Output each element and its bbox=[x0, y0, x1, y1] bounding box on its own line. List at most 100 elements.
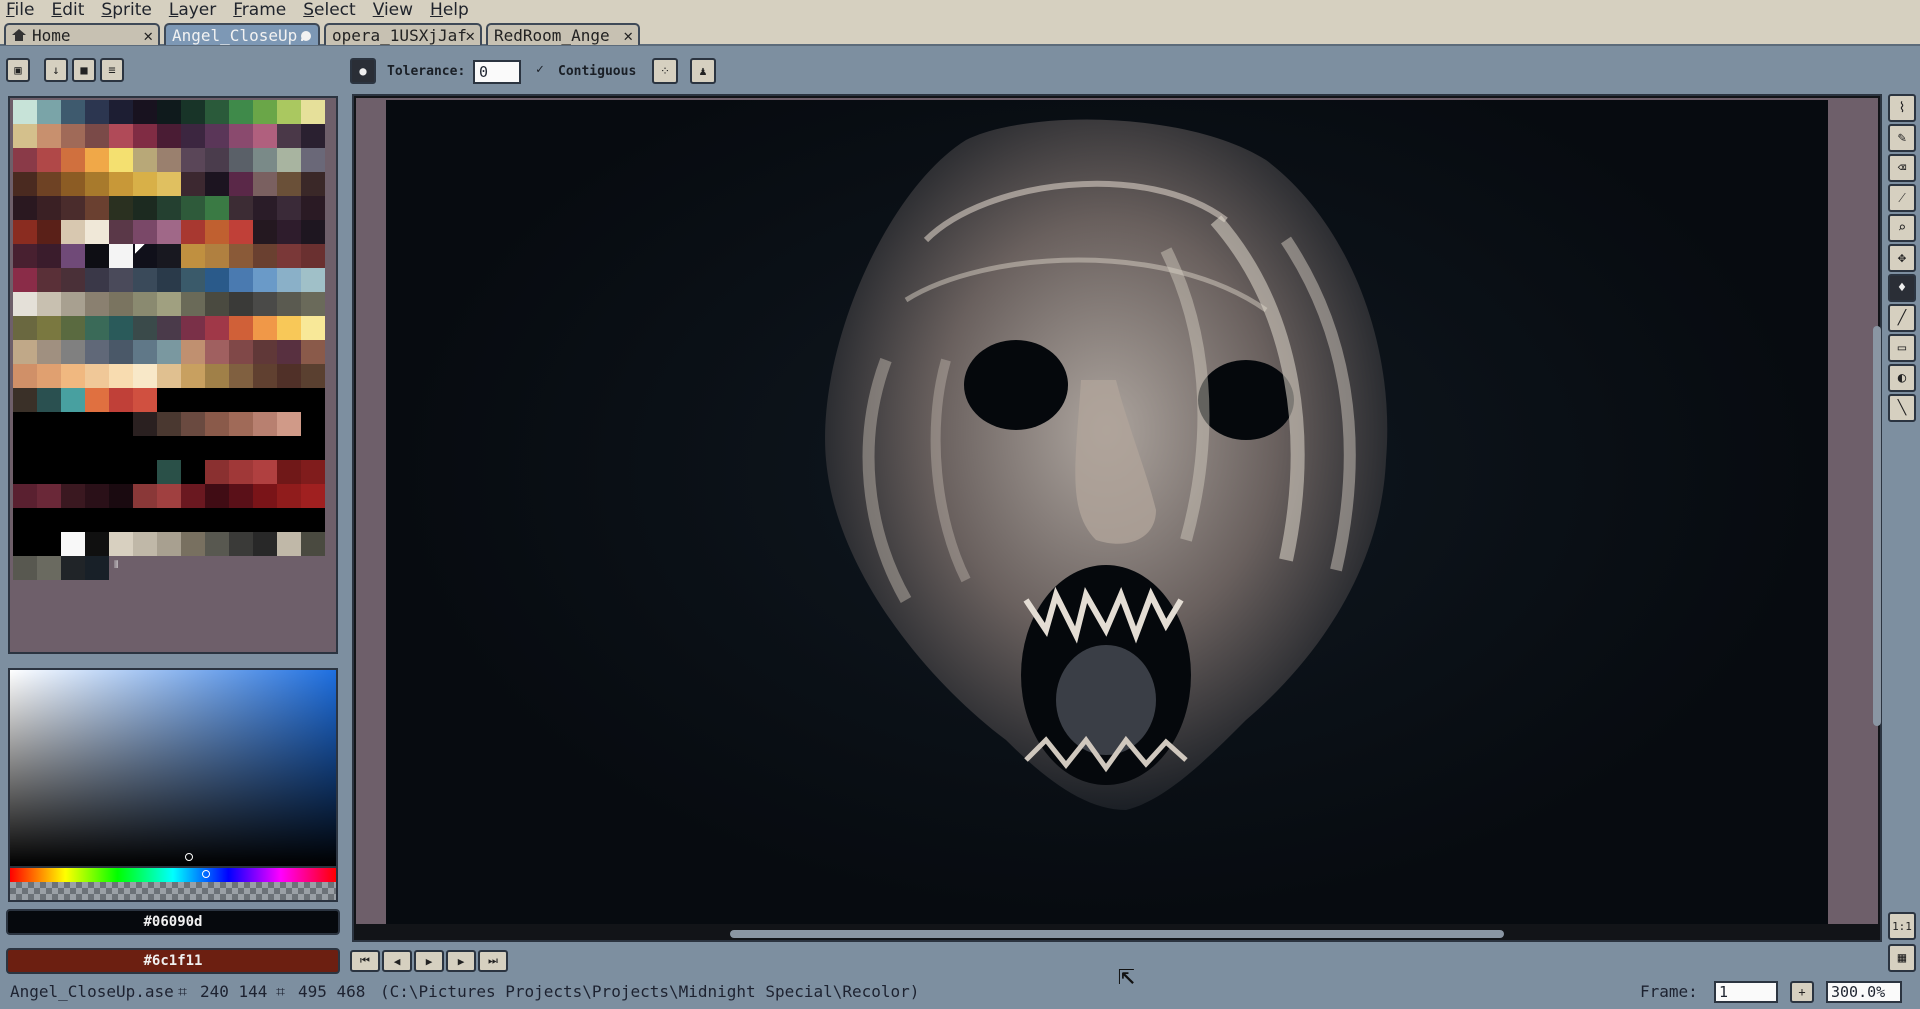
palette-swatch[interactable] bbox=[205, 172, 229, 196]
palette-swatch[interactable] bbox=[277, 100, 301, 124]
palette-swatch[interactable] bbox=[85, 340, 109, 364]
palette-swatch[interactable] bbox=[157, 148, 181, 172]
palette-swatch[interactable] bbox=[205, 340, 229, 364]
palette-swatch[interactable] bbox=[181, 412, 205, 436]
canvas-editor[interactable] bbox=[352, 94, 1882, 942]
palette-swatch[interactable] bbox=[301, 532, 325, 556]
menu-view[interactable]: View bbox=[373, 0, 413, 20]
palette-swatch[interactable] bbox=[181, 460, 205, 484]
palette-swatch[interactable] bbox=[205, 532, 229, 556]
palette-swatch[interactable] bbox=[301, 268, 325, 292]
palette-swatch[interactable] bbox=[253, 196, 277, 220]
palette-swatch[interactable] bbox=[61, 220, 85, 244]
palette-swatch[interactable] bbox=[157, 244, 181, 268]
contiguous-label[interactable]: Contiguous bbox=[558, 64, 636, 79]
palette-swatch[interactable] bbox=[37, 316, 61, 340]
palette-swatch[interactable] bbox=[37, 148, 61, 172]
palette-swatch[interactable] bbox=[61, 556, 85, 580]
palette-swatch[interactable] bbox=[109, 316, 133, 340]
palette-swatch[interactable] bbox=[253, 340, 277, 364]
palette-swatch[interactable] bbox=[205, 484, 229, 508]
palette-swatch[interactable] bbox=[253, 532, 277, 556]
palette-swatch[interactable] bbox=[37, 268, 61, 292]
palette-swatch[interactable] bbox=[157, 364, 181, 388]
palette-swatch[interactable] bbox=[109, 196, 133, 220]
palette-swatch[interactable] bbox=[37, 172, 61, 196]
palette-swatch[interactable] bbox=[229, 412, 253, 436]
palette-swatch[interactable] bbox=[85, 268, 109, 292]
palette-swatch[interactable] bbox=[85, 532, 109, 556]
palette-swatch[interactable] bbox=[181, 316, 205, 340]
palette-swatch[interactable] bbox=[85, 364, 109, 388]
palette-swatch[interactable] bbox=[109, 244, 133, 268]
palette-swatch[interactable] bbox=[205, 196, 229, 220]
palette-swatch[interactable] bbox=[157, 268, 181, 292]
palette-swatch[interactable] bbox=[205, 268, 229, 292]
palette-swatch[interactable] bbox=[13, 460, 37, 484]
palette-swatch[interactable] bbox=[13, 292, 37, 316]
palette-swatch[interactable] bbox=[253, 124, 277, 148]
palette-swatch[interactable] bbox=[229, 196, 253, 220]
palette-swatch[interactable] bbox=[301, 148, 325, 172]
palette-swatch[interactable] bbox=[37, 388, 61, 412]
palette-swatch[interactable] bbox=[157, 292, 181, 316]
palette-swatch[interactable] bbox=[13, 556, 37, 580]
menu-file[interactable]: File bbox=[6, 0, 34, 20]
palette-swatch[interactable] bbox=[277, 436, 301, 460]
palette-swatch[interactable] bbox=[229, 364, 253, 388]
palette-swatch[interactable] bbox=[13, 244, 37, 268]
palette-swatch[interactable] bbox=[253, 148, 277, 172]
palette-swatch[interactable] bbox=[229, 508, 253, 532]
palette-swatch[interactable] bbox=[133, 532, 157, 556]
palette-swatch[interactable] bbox=[13, 412, 37, 436]
palette-swatch[interactable] bbox=[277, 364, 301, 388]
palette-swatch[interactable] bbox=[253, 244, 277, 268]
palette-swatch[interactable] bbox=[301, 412, 325, 436]
palette-swatch[interactable] bbox=[301, 220, 325, 244]
palette-swatch[interactable] bbox=[181, 196, 205, 220]
frame-input[interactable]: 1 bbox=[1714, 981, 1778, 1003]
palette-swatch[interactable] bbox=[109, 484, 133, 508]
palette-swatch[interactable] bbox=[157, 220, 181, 244]
palette-menu-button[interactable]: ≡ bbox=[100, 58, 124, 82]
palette-swatch[interactable] bbox=[277, 508, 301, 532]
palette-swatch[interactable] bbox=[133, 124, 157, 148]
palette-swatch[interactable] bbox=[157, 532, 181, 556]
tab-redroom[interactable]: RedRoom_Ange ✕ bbox=[486, 23, 640, 45]
alpha-slider[interactable] bbox=[8, 882, 338, 902]
palette-swatch[interactable] bbox=[229, 148, 253, 172]
tab-home[interactable]: Home ✕ bbox=[4, 23, 160, 45]
palette-swatch[interactable] bbox=[37, 508, 61, 532]
palette-swatch[interactable] bbox=[301, 292, 325, 316]
palette-swatch[interactable] bbox=[253, 172, 277, 196]
palette-swatch[interactable] bbox=[205, 388, 229, 412]
palette-swatch[interactable] bbox=[85, 172, 109, 196]
vertical-scrollbar[interactable] bbox=[1873, 326, 1881, 726]
palette-swatch[interactable] bbox=[13, 364, 37, 388]
palette-swatch[interactable] bbox=[133, 412, 157, 436]
palette-swatch[interactable] bbox=[205, 460, 229, 484]
palette-swatch[interactable] bbox=[13, 340, 37, 364]
palette-swatch[interactable] bbox=[301, 364, 325, 388]
palette-swatch[interactable] bbox=[85, 196, 109, 220]
pixel-perfect-button[interactable]: ⁘ bbox=[652, 58, 678, 84]
palette-swatch[interactable] bbox=[85, 556, 109, 580]
palette-swatch[interactable] bbox=[157, 436, 181, 460]
palette-swatch[interactable] bbox=[253, 316, 277, 340]
blur-tool-button[interactable]: ╲ bbox=[1888, 394, 1916, 422]
palette-swatch[interactable] bbox=[253, 268, 277, 292]
timeline-toggle-button[interactable]: ▦ bbox=[1888, 944, 1916, 972]
palette-swatch[interactable] bbox=[301, 460, 325, 484]
palette-swatch[interactable] bbox=[277, 388, 301, 412]
palette-swatch[interactable] bbox=[205, 100, 229, 124]
palette-swatch[interactable] bbox=[301, 172, 325, 196]
palette-swatch[interactable] bbox=[181, 436, 205, 460]
eyedropper-tool-button[interactable]: ⁄ bbox=[1888, 184, 1916, 212]
menu-select[interactable]: Select bbox=[303, 0, 355, 20]
palette-swatch[interactable] bbox=[109, 460, 133, 484]
palette-swatch[interactable] bbox=[253, 388, 277, 412]
palette-swatch[interactable] bbox=[61, 484, 85, 508]
palette-swatch[interactable] bbox=[85, 412, 109, 436]
palette-swatch[interactable] bbox=[133, 196, 157, 220]
palette-swatch[interactable] bbox=[229, 244, 253, 268]
